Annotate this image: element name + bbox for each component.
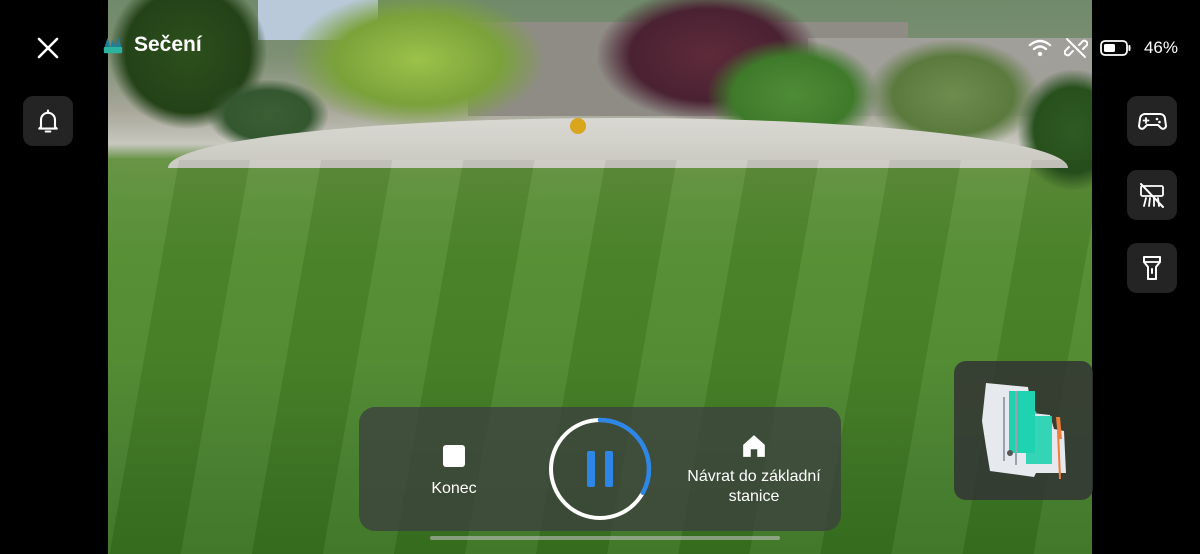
battery-percent: 46% (1143, 38, 1178, 57)
flashlight-icon (1143, 256, 1161, 280)
minimap[interactable] (954, 361, 1093, 500)
battery-icon (1100, 40, 1131, 56)
flashlight-button[interactable] (1127, 243, 1177, 293)
stop-icon (443, 445, 465, 467)
gamepad-icon (1138, 113, 1167, 130)
lawn-mower-app-icon (103, 36, 123, 54)
return-home-button[interactable]: Návrat do základní stanice (669, 433, 839, 507)
return-home-label: Návrat do základní stanice (687, 468, 821, 505)
map-preview (982, 383, 1066, 480)
close-button[interactable] (30, 30, 66, 66)
wifi-icon (1028, 39, 1052, 57)
end-button[interactable]: Konec (419, 445, 489, 499)
status-bar: 46% (1028, 36, 1178, 60)
pause-button[interactable] (548, 417, 652, 521)
manual-control-button[interactable] (1127, 96, 1177, 146)
end-label: Konec (431, 480, 477, 497)
bell-icon (38, 109, 58, 133)
page-title: Sečení (134, 33, 202, 56)
notifications-button[interactable] (23, 96, 73, 146)
header: Sečení (102, 33, 202, 57)
grass-off-icon (1140, 183, 1164, 208)
close-icon (37, 37, 59, 59)
link-off-icon (1063, 38, 1088, 58)
scroll-handle (430, 536, 780, 540)
home-icon (743, 435, 765, 457)
pause-icon (548, 417, 652, 521)
mowing-controls: Konec Návrat do základní stanice (359, 407, 841, 531)
disable-mowing-button[interactable] (1127, 170, 1177, 220)
